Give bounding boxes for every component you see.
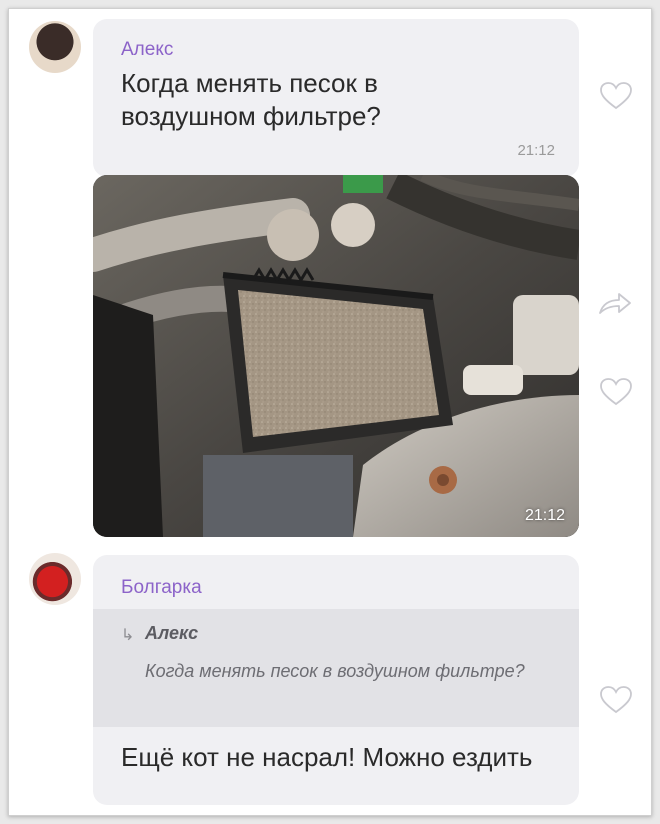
reply-arrow-icon: ↳: [121, 627, 135, 644]
reply-text: Когда менять песок в воздушном фильтре?: [145, 661, 525, 681]
avatar-aleks[interactable]: [29, 21, 81, 73]
message-time: 21:12: [517, 142, 555, 159]
photo-message[interactable]: 21:12: [93, 175, 579, 537]
reply-author: Алекс: [145, 623, 199, 643]
forward-arrow-icon[interactable]: [597, 291, 633, 317]
message-text: Ещё кот не насрал! Можно ездить: [121, 742, 533, 772]
heart-outline-icon[interactable]: [599, 377, 633, 407]
chat-screenshot: Алекс Когда менять песок в воздушном фил…: [8, 8, 652, 816]
heart-outline-icon[interactable]: [599, 81, 633, 111]
sender-name[interactable]: Болгарка: [121, 577, 202, 599]
sender-name[interactable]: Алекс: [121, 39, 173, 61]
avatar-bolgarka[interactable]: [29, 553, 81, 605]
message-text: Когда менять песок в воздушном фильтре?: [121, 68, 381, 131]
engine-air-filter-photo: [93, 175, 579, 537]
heart-outline-icon[interactable]: [599, 685, 633, 715]
message-bubble-2[interactable]: Болгарка ↳ Алекс Когда менять песок в во…: [93, 555, 579, 805]
reply-quote[interactable]: ↳ Алекс Когда менять песок в воздушном ф…: [93, 609, 579, 727]
message-bubble-1[interactable]: Алекс Когда менять песок в воздушном фил…: [93, 19, 579, 177]
image-time: 21:12: [524, 507, 565, 524]
